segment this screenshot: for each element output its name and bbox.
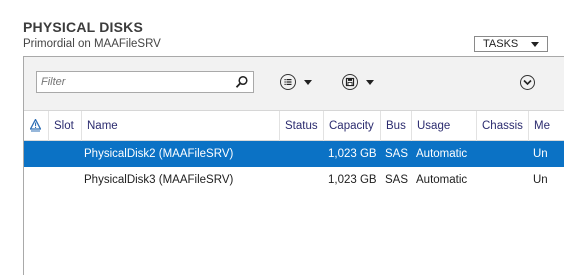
cell-media: Un (533, 148, 548, 160)
section-subtitle: Primordial on MAAFileSRV (23, 38, 161, 50)
cell-name: PhysicalDisk2 (MAAFileSRV) (84, 148, 234, 160)
section-title: PHYSICAL DISKS (23, 19, 144, 35)
expand-icon[interactable] (520, 75, 535, 90)
cell-capacity: 1,023 GB (328, 148, 377, 160)
column-usage[interactable]: Usage (412, 111, 477, 141)
save-query-button[interactable] (342, 73, 374, 91)
column-warning[interactable] (24, 111, 49, 141)
column-name[interactable]: Name (82, 111, 280, 141)
tasks-dropdown[interactable]: TASKS (474, 36, 548, 52)
cell-name: PhysicalDisk3 (MAAFileSRV) (84, 174, 234, 186)
column-slot[interactable]: Slot (49, 111, 82, 141)
view-options-button[interactable] (280, 73, 312, 91)
save-query-icon (342, 74, 358, 90)
warning-sort-icon (30, 119, 41, 132)
chevron-down-icon (304, 79, 312, 85)
cell-media: Un (533, 174, 548, 186)
filter-box[interactable] (36, 71, 254, 93)
table-row[interactable]: PhysicalDisk2 (MAAFileSRV) 1,023 GB SAS … (24, 141, 564, 167)
list-view-icon (280, 74, 296, 90)
filter-toolbar (24, 57, 564, 111)
chevron-down-icon (531, 41, 539, 47)
table-row[interactable]: PhysicalDisk3 (MAAFileSRV) 1,023 GB SAS … (24, 167, 564, 193)
cell-usage: Automatic (416, 148, 468, 160)
search-icon[interactable] (235, 75, 249, 89)
filter-input[interactable] (39, 74, 233, 90)
table-header: Slot Name Status Capacity Bus Usage Chas… (24, 111, 564, 141)
column-capacity[interactable]: Capacity (324, 111, 381, 141)
cell-usage: Automatic (416, 174, 468, 186)
column-bus[interactable]: Bus (381, 111, 412, 141)
column-media[interactable]: Me (529, 111, 564, 141)
cell-capacity: 1,023 GB (328, 174, 377, 186)
cell-bus: SAS (385, 174, 409, 186)
column-chassis[interactable]: Chassis (477, 111, 529, 141)
chevron-down-icon (366, 79, 374, 85)
column-status[interactable]: Status (280, 111, 324, 141)
cell-bus: SAS (385, 148, 409, 160)
tasks-label: TASKS (483, 38, 519, 50)
physical-disks-panel: Slot Name Status Capacity Bus Usage Chas… (23, 56, 564, 275)
table-body: PhysicalDisk2 (MAAFileSRV) 1,023 GB SAS … (24, 141, 564, 193)
